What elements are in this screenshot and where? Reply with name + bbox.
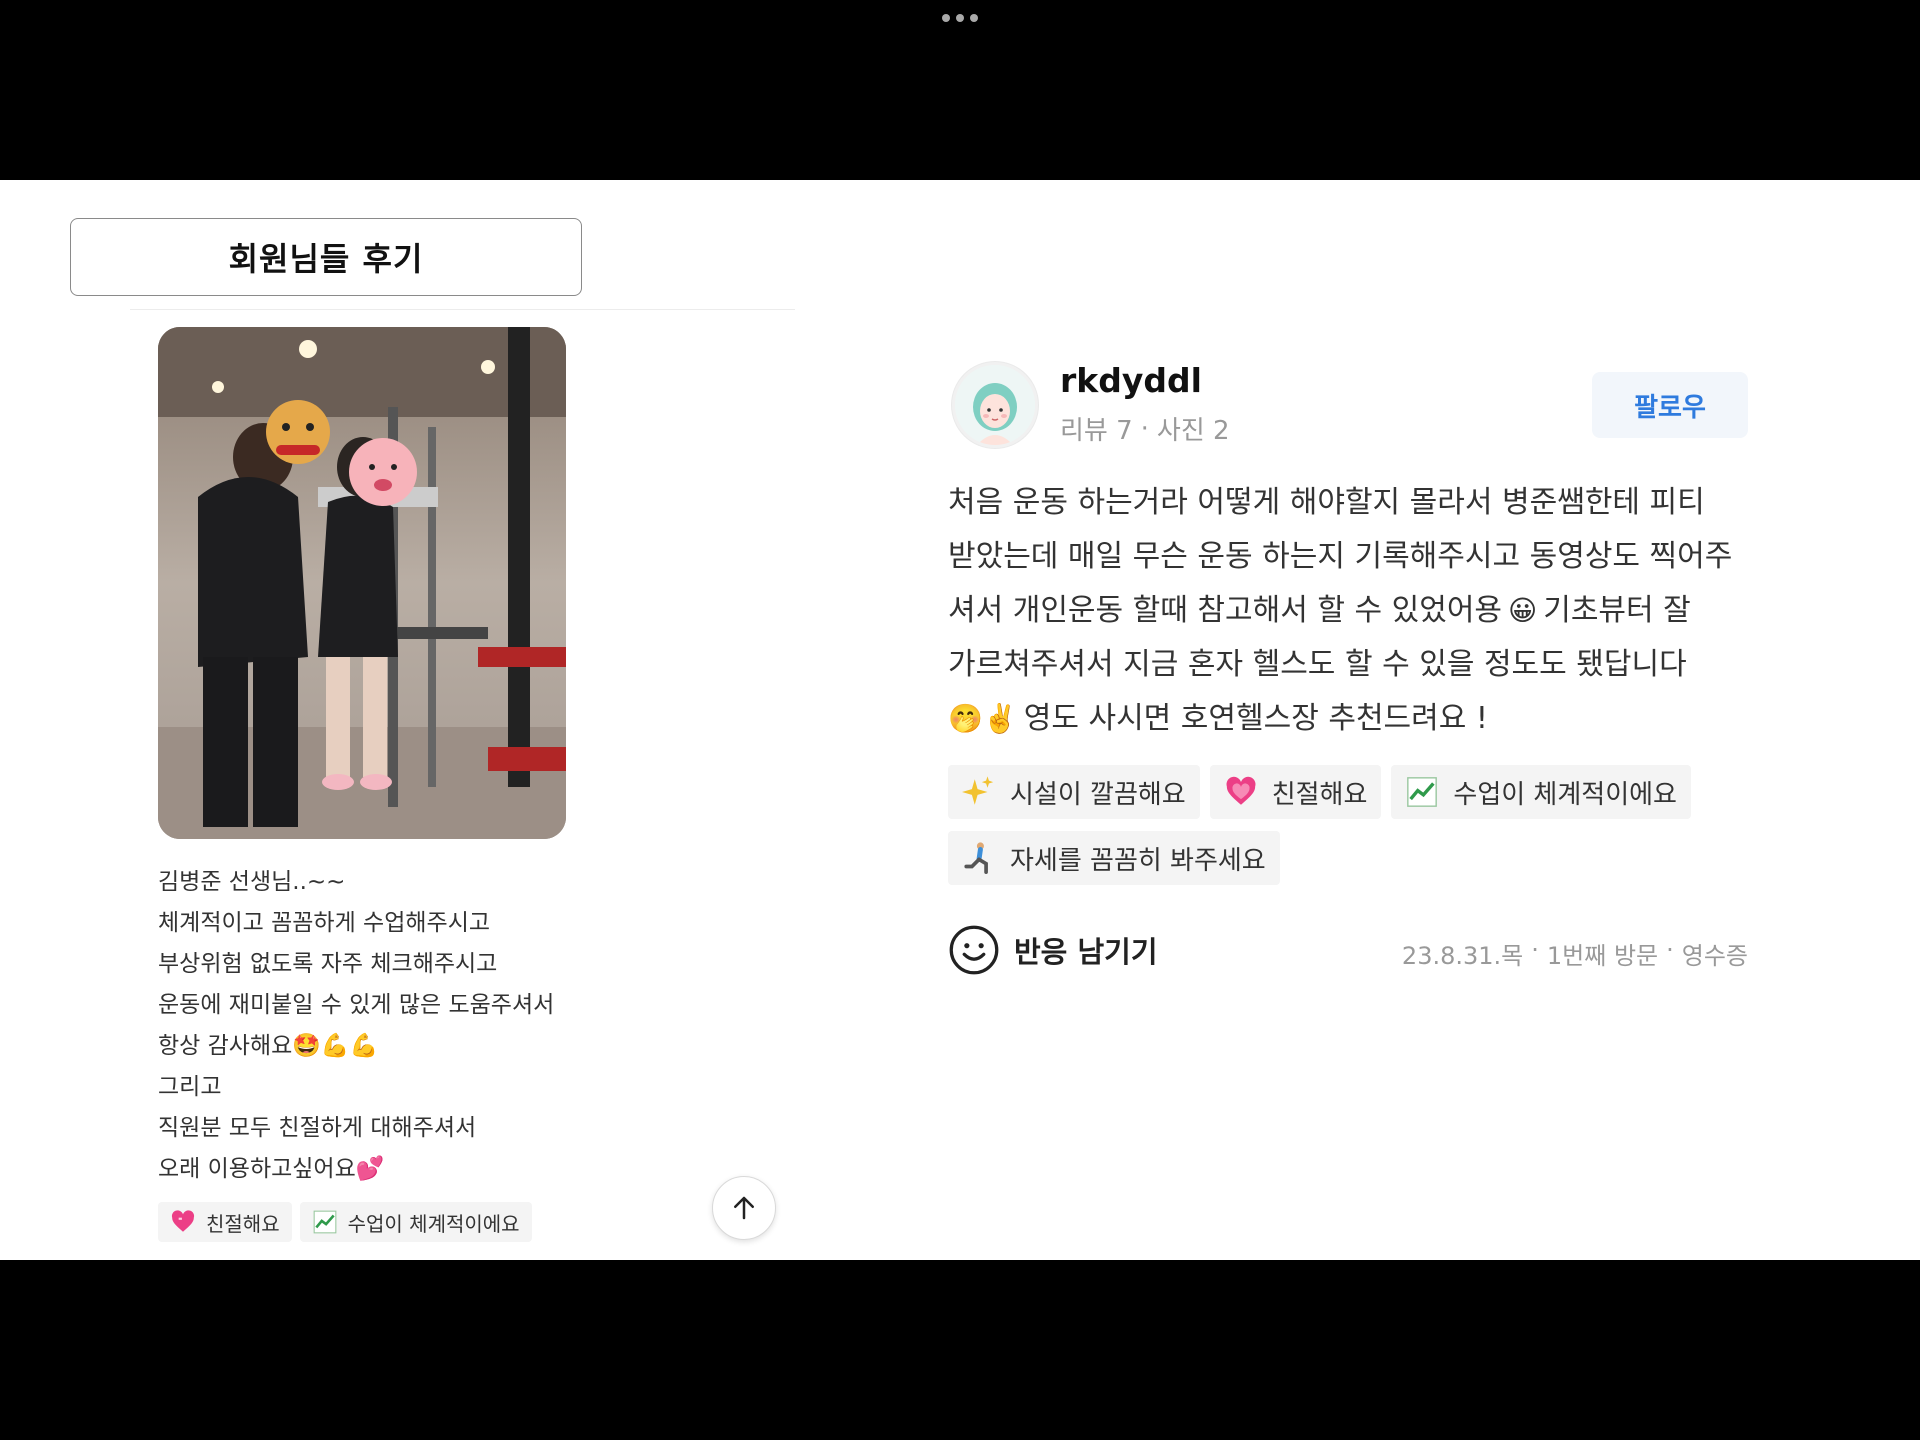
review-count: 리뷰 7 <box>1060 416 1133 446</box>
meta-separator: · <box>1531 936 1539 964</box>
arrow-up-icon <box>734 1196 754 1220</box>
review-line: 오래 이용하고싶어요💕 <box>158 1156 385 1182</box>
keyword-chip[interactable]: 수업이 체계적이에요 <box>1391 765 1691 819</box>
smiley-icon <box>949 925 999 975</box>
reaction-label: 반응 남기기 <box>1014 935 1158 969</box>
visit-info: 23.8.31.목 · 1번째 방문 · 영수증 <box>1382 936 1748 971</box>
keyword-chip-label: 수업이 체계적이에요 <box>1453 779 1677 810</box>
grin-emoji: 😀 <box>1508 594 1538 627</box>
keyword-chip[interactable]: 친절해요 <box>158 1202 292 1242</box>
review-photo[interactable] <box>158 327 566 839</box>
reaction-button[interactable]: 반응 남기기 <box>948 924 1158 976</box>
review-line: 체계적이고 꼼꼼하게 수업해주시고 <box>158 910 491 936</box>
review-line: 셔서 개인운동 할때 참고해서 할 수 있었어용 😀 기초뷰터 잘 <box>948 584 1768 638</box>
review-line: 운동에 재미붙일 수 있게 많은 도움주셔서 <box>158 992 555 1018</box>
right-review-text: 처음 운동 하는거라 어떻게 해야할지 몰라서 병준쌤한테 피티 받았는데 매일… <box>948 476 1768 746</box>
visit-count: 1번째 방문 <box>1546 942 1659 970</box>
scroll-top-button[interactable] <box>712 1176 776 1240</box>
review-slide: 회원님들 후기 김병준 선생님..~~ 체계적이고 꼼꼼하게 수업해주시고 부상… <box>0 180 1920 1260</box>
photo-count: 사진 2 <box>1156 416 1230 446</box>
section-title-box: 회원님들 후기 <box>70 218 582 296</box>
keyword-chip-label: 친절해요 <box>1271 779 1368 810</box>
hush-peace-emoji: 🤭✌️ <box>948 702 1018 735</box>
right-keyword-chips: 시설이 깔끔해요 친절해요 수업이 체계적이에요 자세를 꼼꼼히 봐주세요 <box>948 765 1768 887</box>
keyword-chip[interactable]: 시설이 깔끔해요 <box>948 765 1200 819</box>
left-review-text: 김병준 선생님..~~ 체계적이고 꼼꼼하게 수업해주시고 부상위험 없도록 자… <box>158 862 678 1190</box>
review-line-text: 셔서 개인운동 할때 참고해서 할 수 있었어용 <box>948 593 1503 628</box>
review-line: 🤭✌️ 영도 사시면 호연헬스장 추천드려요 ! <box>948 692 1768 746</box>
left-keyword-chips: 친절해요 수업이 체계적이에요 <box>158 1202 532 1242</box>
review-line: 그리고 <box>158 1074 222 1100</box>
review-line: 처음 운동 하는거라 어떻게 해야할지 몰라서 병준쌤한테 피티 <box>948 485 1705 520</box>
review-line: 항상 감사해요🤩💪💪 <box>158 1033 379 1059</box>
meta-separator: · <box>1140 413 1149 444</box>
review-line: 김병준 선생님..~~ <box>158 869 346 895</box>
keyword-chip-label: 시설이 깔끔해요 <box>1010 779 1186 810</box>
review-line-text: 영도 사시면 호연헬스장 추천드려요 ! <box>1023 701 1488 736</box>
avatar[interactable] <box>952 362 1038 448</box>
review-line-text: 기초뷰터 잘 <box>1543 593 1691 628</box>
review-line: 가르쳐주셔서 지금 혼자 헬스도 할 수 있을 정도도 됐답니다 <box>948 647 1687 682</box>
keyword-chip-label: 친절해요 <box>206 1211 280 1236</box>
heart-icon <box>171 1210 195 1232</box>
heart-icon <box>1224 775 1258 809</box>
review-line: 직원분 모두 친절하게 대해주셔서 <box>158 1115 477 1141</box>
keyword-chip-label: 자세를 꼼꼼히 봐주세요 <box>1010 845 1266 876</box>
follow-button[interactable]: 팔로우 <box>1592 372 1748 438</box>
divider <box>130 309 795 310</box>
chart-up-icon <box>1405 775 1439 809</box>
sparkles-icon <box>962 775 996 809</box>
section-title: 회원님들 후기 <box>228 240 424 278</box>
lunge-icon <box>962 841 996 875</box>
keyword-chip[interactable]: 자세를 꼼꼼히 봐주세요 <box>948 831 1280 885</box>
username[interactable]: rkdyddl <box>1060 361 1202 400</box>
more-dots-icon[interactable] <box>935 10 985 26</box>
review-line: 받았는데 매일 무슨 운동 하는지 기록해주시고 동영상도 찍어주 <box>948 539 1733 574</box>
keyword-chip[interactable]: 친절해요 <box>1209 765 1382 819</box>
meta-separator: · <box>1666 936 1674 964</box>
receipt-label: 영수증 <box>1681 942 1748 970</box>
reviewer-meta: 리뷰 7 · 사진 2 <box>1060 410 1230 447</box>
keyword-chip[interactable]: 수업이 체계적이에요 <box>299 1202 532 1242</box>
review-line: 부상위험 없도록 자주 체크해주시고 <box>158 951 498 977</box>
chart-up-icon <box>313 1210 336 1234</box>
review-date: 23.8.31.목 <box>1401 942 1524 970</box>
keyword-chip-label: 수업이 체계적이에요 <box>347 1211 520 1236</box>
